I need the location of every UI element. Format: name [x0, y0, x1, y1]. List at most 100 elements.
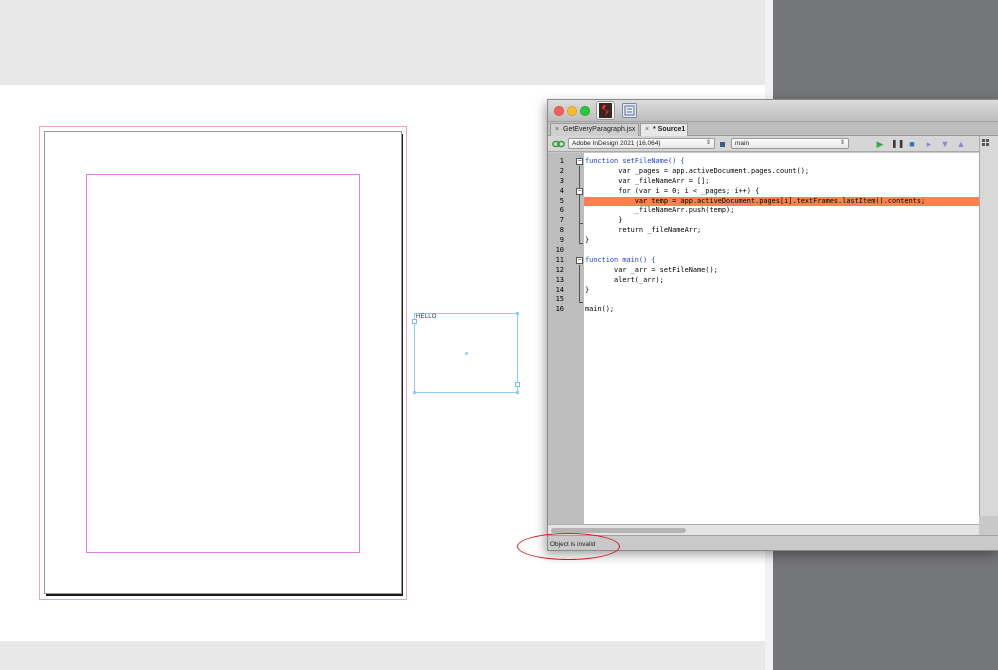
code-line[interactable] [584, 246, 979, 256]
line-number: 1 [559, 157, 564, 165]
engine-select[interactable]: main ⇕ [731, 138, 849, 149]
highlighted-error-line[interactable]: var temp = app.activeDocument.pages[i].t… [584, 196, 979, 207]
code-line[interactable]: } [584, 236, 979, 246]
fold-guide [579, 265, 580, 302]
canvas-top-area [0, 0, 765, 85]
document-icon[interactable] [622, 103, 637, 118]
code-lines: function setFileName() { var _pages = ap… [584, 157, 979, 315]
tab-geteveryparagraph[interactable]: × GetEveryParagraph.jsx [550, 123, 639, 136]
frame-corner-handle[interactable] [516, 312, 519, 315]
chevron-updown-icon: ⇕ [839, 140, 845, 146]
code-line[interactable]: return _fileNameArr; [584, 226, 979, 236]
code-line[interactable]: for (var i = 0; i < _pages; i++) { [584, 187, 979, 197]
stop-icon[interactable]: ■ [907, 139, 917, 149]
line-number: 12 [555, 265, 564, 274]
fold-guide [579, 302, 583, 303]
line-number: 15 [555, 295, 564, 304]
tab-source1[interactable]: × * Source1 [640, 123, 688, 136]
text-frame[interactable]: HELLO [412, 312, 520, 394]
window-titlebar[interactable] [548, 100, 998, 122]
line-number: 9 [559, 236, 564, 245]
code-text: var _fileNameArr = []; [585, 176, 710, 185]
line-number-gutter: 1 2 3 4 5 6 7 8 9 10 11 12 13 14 15 16 −… [548, 153, 584, 524]
target-application-select[interactable]: Adobe InDesign 2021 (16.064) ⇕ [568, 138, 715, 149]
code-text: } [585, 285, 590, 294]
fold-guide [579, 166, 580, 243]
code-line[interactable] [584, 295, 979, 305]
debug-toolbar: Adobe InDesign 2021 (16.064) ⇕ main ⇕ ▶ … [548, 136, 998, 152]
code-line[interactable]: main(); [584, 305, 979, 315]
code-line[interactable]: _fileNameArr.push(temp); [584, 206, 979, 216]
line-number: 5 [559, 196, 564, 205]
target-application-value: Adobe InDesign 2021 (16.064) [572, 140, 661, 147]
margin-guide [86, 174, 360, 553]
line-numbers: 1 2 3 4 5 6 7 8 9 10 11 12 13 14 15 16 [548, 157, 564, 315]
chevron-updown-icon: ⇕ [705, 140, 711, 146]
window-zoom-button[interactable] [580, 106, 590, 116]
line-number: 13 [555, 275, 564, 284]
code-line[interactable]: var _fileNameArr = []; [584, 177, 979, 187]
extendscript-logo-icon[interactable] [596, 101, 615, 120]
canvas-bottom-area [0, 641, 765, 670]
fold-toggle-icon[interactable]: − [576, 257, 583, 264]
line-number: 3 [559, 176, 564, 185]
tab-label: * Source1 [653, 126, 686, 133]
run-icon[interactable]: ▶ [875, 139, 885, 149]
fold-toggle-icon[interactable]: − [576, 188, 583, 195]
code-line[interactable]: } [584, 286, 979, 296]
text-frame-content: HELLO [416, 314, 437, 320]
link-icon[interactable] [552, 140, 565, 148]
tab-label: GetEveryParagraph.jsx [563, 126, 636, 133]
line-number: 8 [559, 226, 564, 235]
line-number: 2 [559, 166, 564, 175]
in-port-handle[interactable] [412, 319, 417, 324]
frame-corner-handle[interactable] [516, 391, 519, 394]
pause-icon[interactable]: ❚❚ [891, 139, 904, 149]
out-port-handle[interactable] [515, 382, 520, 387]
close-icon[interactable]: × [645, 124, 653, 136]
code-line[interactable]: function main() { [584, 256, 979, 266]
code-text: main(); [585, 305, 615, 314]
code-line[interactable]: function setFileName() { [584, 157, 979, 167]
fold-toggle-icon[interactable]: − [576, 158, 583, 165]
line-number: 11 [555, 255, 564, 264]
frame-center-point [465, 352, 468, 355]
code-editor[interactable]: function setFileName() { var _pages = ap… [584, 153, 979, 524]
line-number: 14 [555, 285, 564, 294]
line-number: 6 [559, 206, 564, 215]
extendscript-toolkit-window: × GetEveryParagraph.jsx × * Source1 Adobe … [547, 99, 998, 551]
side-panel-strip [979, 136, 998, 516]
code-text: } [585, 216, 623, 225]
code-text: var _arr = setFileName(); [585, 265, 718, 274]
step-out-icon[interactable]: ▲ [956, 139, 966, 149]
code-text: for (var i = 0; i < _pages; i++) { [585, 186, 760, 195]
code-line[interactable]: var _pages = app.activeDocument.pages.co… [584, 167, 979, 177]
code-line[interactable]: var _arr = setFileName(); [584, 266, 979, 276]
code-text: var temp = app.activeDocument.pages[i].t… [585, 196, 926, 205]
line-number: 16 [555, 305, 564, 314]
code-text: return _fileNameArr; [585, 226, 702, 235]
code-text: var _pages = app.activeDocument.pages.co… [585, 166, 810, 175]
engine-value: main [735, 140, 750, 147]
code-text: function main() { [585, 255, 656, 264]
window-minimize-button[interactable] [567, 106, 577, 116]
horizontal-scrollbar[interactable] [548, 524, 979, 535]
code-text: function setFileName() { [585, 157, 685, 165]
frame-corner-handle[interactable] [413, 391, 416, 394]
annotation-ellipse [517, 533, 620, 560]
code-text: } [585, 236, 590, 245]
line-number: 4 [559, 186, 564, 195]
panel-options-icon[interactable] [982, 139, 989, 146]
fold-guide [579, 223, 583, 224]
window-close-button[interactable] [554, 106, 564, 116]
code-text: alert(_arr); [585, 275, 664, 284]
line-number: 10 [555, 246, 564, 255]
code-line[interactable]: alert(_arr); [584, 276, 979, 286]
close-icon[interactable]: × [555, 124, 563, 136]
code-line[interactable]: } [584, 216, 979, 226]
step-into-icon[interactable]: ▼ [940, 139, 950, 149]
line-number: 7 [559, 216, 564, 225]
fold-guide [579, 243, 583, 244]
engine-icon [720, 142, 725, 147]
step-over-icon[interactable]: ▸ [924, 139, 934, 149]
